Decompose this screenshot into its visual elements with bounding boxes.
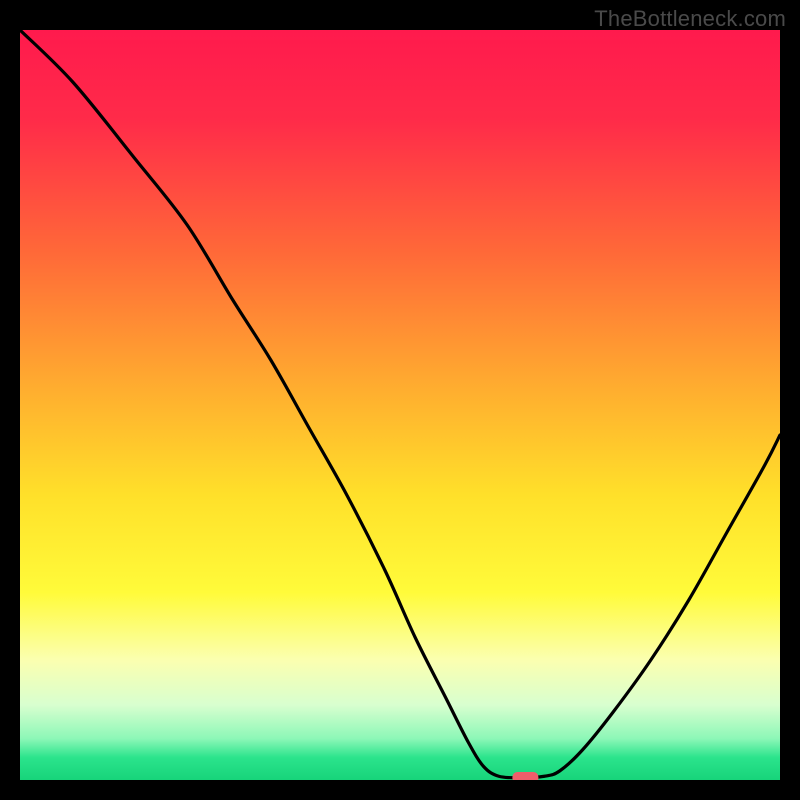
bottleneck-chart bbox=[20, 30, 780, 780]
chart-background bbox=[20, 30, 780, 780]
optimal-marker bbox=[512, 772, 538, 780]
chart-frame: TheBottleneck.com bbox=[0, 0, 800, 800]
watermark-text: TheBottleneck.com bbox=[594, 6, 786, 32]
